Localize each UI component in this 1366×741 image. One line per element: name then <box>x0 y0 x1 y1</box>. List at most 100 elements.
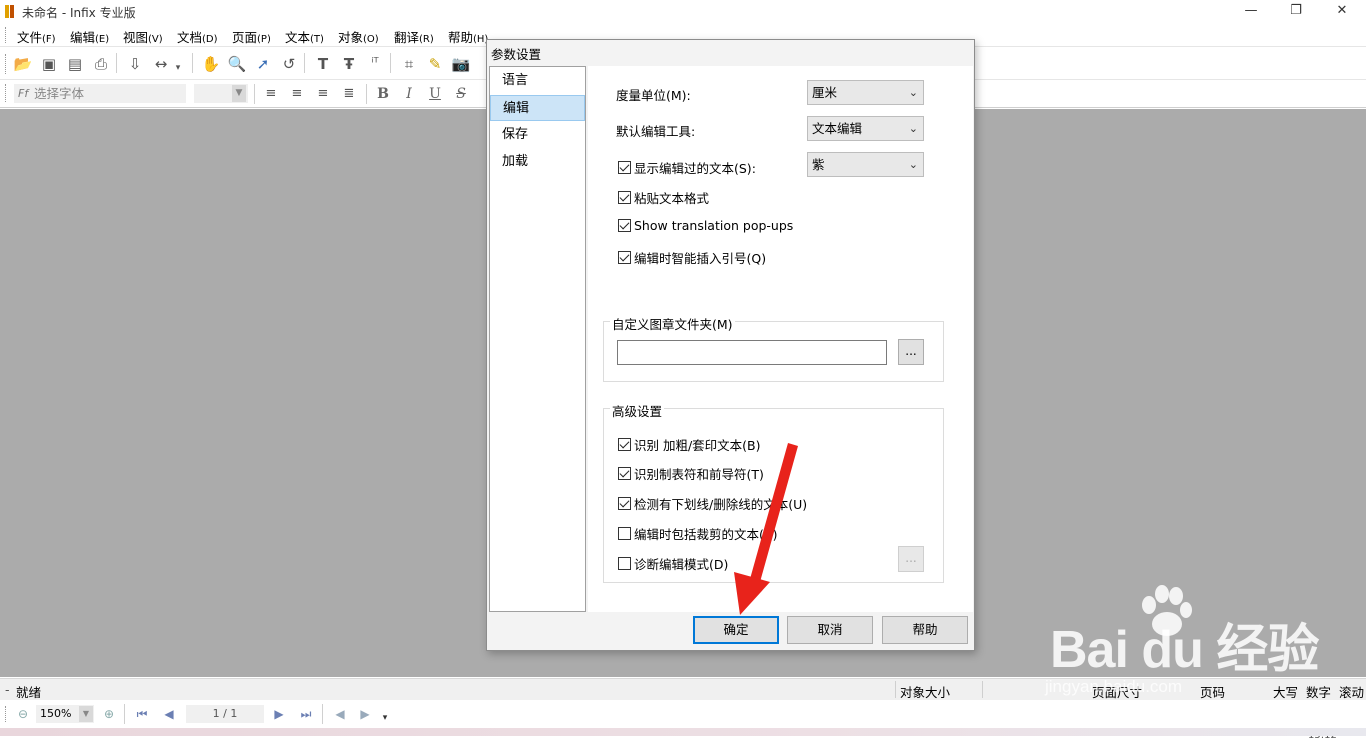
import-page-icon[interactable]: ⇩ <box>124 53 146 75</box>
close-button[interactable]: ✕ <box>1319 0 1365 23</box>
chevron-down-icon: ▼ <box>232 85 246 102</box>
menu-edit[interactable]: 编辑(E) <box>70 27 109 46</box>
cancel-button[interactable]: 取消 <box>787 616 873 644</box>
toolbar-separator <box>254 84 255 104</box>
restore-button[interactable]: ❐ <box>1273 0 1319 23</box>
diagnostic-options-button[interactable]: ... <box>898 546 924 572</box>
rotate-icon[interactable]: ↺ <box>278 53 300 75</box>
ok-button[interactable]: 确定 <box>693 616 779 644</box>
tool-value: 文本编辑 <box>812 121 863 136</box>
zoom-out-icon[interactable]: ⊖ <box>14 705 32 723</box>
text-tool-icon[interactable]: T <box>312 53 334 75</box>
fit-dropdown-icon[interactable]: ▾ <box>172 57 184 79</box>
zoom-tool-icon[interactable]: 🔍 <box>226 53 248 75</box>
toolbar-separator <box>390 53 391 73</box>
strikethrough-button[interactable]: S <box>451 83 471 105</box>
checkbox-box <box>618 219 631 232</box>
checkbox-box <box>618 527 631 540</box>
menu-object[interactable]: 对象(O) <box>338 27 379 46</box>
paste-format-checkbox[interactable]: 粘贴文本格式 <box>618 188 709 207</box>
menu-text[interactable]: 文本(T) <box>285 27 324 46</box>
baidu-jingyan-watermark: Bai du 经验 jingyan.baidu.com <box>1040 585 1360 715</box>
edited-color-select[interactable]: 紫 ⌄ <box>807 152 924 177</box>
stamp-folder-input[interactable] <box>617 340 887 365</box>
toolbar-separator <box>366 84 367 104</box>
text-flow-icon[interactable]: Ŧ <box>338 53 360 75</box>
category-load[interactable]: 加载 <box>490 149 585 175</box>
show-edited-checkbox[interactable]: 显示编辑过的文本(S): <box>618 158 756 177</box>
menu-page[interactable]: 页面(P) <box>232 27 271 46</box>
fit-width-icon[interactable]: ↔ <box>150 53 172 75</box>
camera-icon[interactable]: 📷 <box>450 53 472 75</box>
align-right-icon[interactable]: ≡ <box>312 83 334 105</box>
nav-dropdown-icon[interactable]: ▾ <box>376 709 394 727</box>
save-as-icon[interactable]: ▤ <box>64 53 86 75</box>
zoom-in-icon[interactable]: ⊕ <box>100 705 118 723</box>
print-icon[interactable]: ⎙ <box>90 53 112 75</box>
hand-tool-icon[interactable]: ✋ <box>200 53 222 75</box>
align-justify-icon[interactable]: ≣ <box>338 83 360 105</box>
diagnostic-mode-checkbox[interactable]: 诊断编辑模式(D) <box>618 554 728 573</box>
checkbox-box <box>618 557 631 570</box>
chevron-down-icon: ⌄ <box>908 86 918 99</box>
tool-select[interactable]: 文本编辑 ⌄ <box>807 116 924 141</box>
browse-folder-button[interactable]: ... <box>898 339 924 365</box>
unit-label: 度量单位(M): <box>616 88 691 103</box>
chevron-down-icon: ▼ <box>79 706 93 722</box>
text-style-icon[interactable]: ⁱᵀ <box>364 53 386 75</box>
navbar-grip[interactable] <box>5 706 8 722</box>
menu-view[interactable]: 视图(V) <box>123 27 163 46</box>
translation-popups-checkbox[interactable]: Show translation pop-ups <box>618 218 793 233</box>
first-page-icon[interactable]: ⏮ <box>133 705 151 723</box>
watermark-subtext: jingyan.baidu.com <box>1045 677 1183 696</box>
smart-quotes-checkbox[interactable]: 编辑时智能插入引号(Q) <box>618 248 766 267</box>
menu-document[interactable]: 文档(D) <box>177 27 218 46</box>
watermark-text: Bai du 经验 <box>1050 621 1319 679</box>
bold-button[interactable]: B <box>373 83 393 105</box>
font-select[interactable]: Ff 选择字体 <box>14 84 186 103</box>
history-forward-icon[interactable]: ▶ <box>356 705 374 723</box>
category-language[interactable]: 语言 <box>490 68 585 94</box>
font-size-select[interactable]: ▼ <box>194 84 248 103</box>
help-button[interactable]: 帮助 <box>882 616 968 644</box>
minimize-button[interactable]: — <box>1228 0 1274 23</box>
crop-icon[interactable]: ⌗ <box>398 53 420 75</box>
diagnostic-mode-label: 诊断编辑模式(D) <box>634 557 729 572</box>
toolbar-separator <box>116 53 117 73</box>
menu-file[interactable]: 文件(F) <box>17 27 56 46</box>
chevron-down-icon: ⌄ <box>908 158 918 171</box>
select-arrow-icon[interactable]: ➚ <box>252 53 274 75</box>
toolbar-grip[interactable] <box>5 84 8 102</box>
align-left-icon[interactable]: ≡ <box>260 83 282 105</box>
menu-help[interactable]: 帮助(H) <box>448 27 488 46</box>
next-page-icon[interactable]: ▶ <box>270 705 288 723</box>
translation-popups-label: Show translation pop-ups <box>634 218 794 233</box>
status-separator <box>895 681 896 698</box>
checkbox-box <box>618 161 631 174</box>
last-page-icon[interactable]: ⏭ <box>297 705 315 723</box>
category-edit[interactable]: 编辑 <box>490 95 585 121</box>
font-placeholder: 选择字体 <box>34 86 85 101</box>
zoom-select[interactable]: 150% ▼ <box>36 705 94 723</box>
open-folder-icon[interactable]: 📂 <box>12 53 34 75</box>
object-size-label: 对象大小 <box>900 685 951 700</box>
prev-page-icon[interactable]: ◀ <box>160 705 178 723</box>
link-tool-icon[interactable]: ✎ <box>424 53 446 75</box>
page-indicator[interactable]: 1 / 1 <box>186 705 264 723</box>
unit-select[interactable]: 厘米 ⌄ <box>807 80 924 105</box>
toolbar-grip[interactable] <box>5 54 8 74</box>
category-save[interactable]: 保存 <box>490 122 585 148</box>
align-center-icon[interactable]: ≡ <box>286 83 308 105</box>
menu-translate[interactable]: 翻译(R) <box>394 27 434 46</box>
save-icon[interactable]: ▣ <box>38 53 60 75</box>
menubar-grip[interactable] <box>5 27 8 43</box>
unit-value: 厘米 <box>812 85 838 100</box>
history-back-icon[interactable]: ◀ <box>331 705 349 723</box>
checkbox-box <box>618 438 631 451</box>
italic-button[interactable]: I <box>399 83 419 105</box>
paste-format-label: 粘贴文本格式 <box>634 191 710 206</box>
title-bar: 未命名 - Infix 专业版 — ❐ ✕ <box>0 0 1366 23</box>
underline-button[interactable]: U <box>425 83 445 105</box>
toolbar-separator <box>192 53 193 73</box>
show-edited-label: 显示编辑过的文本(S): <box>634 161 756 176</box>
